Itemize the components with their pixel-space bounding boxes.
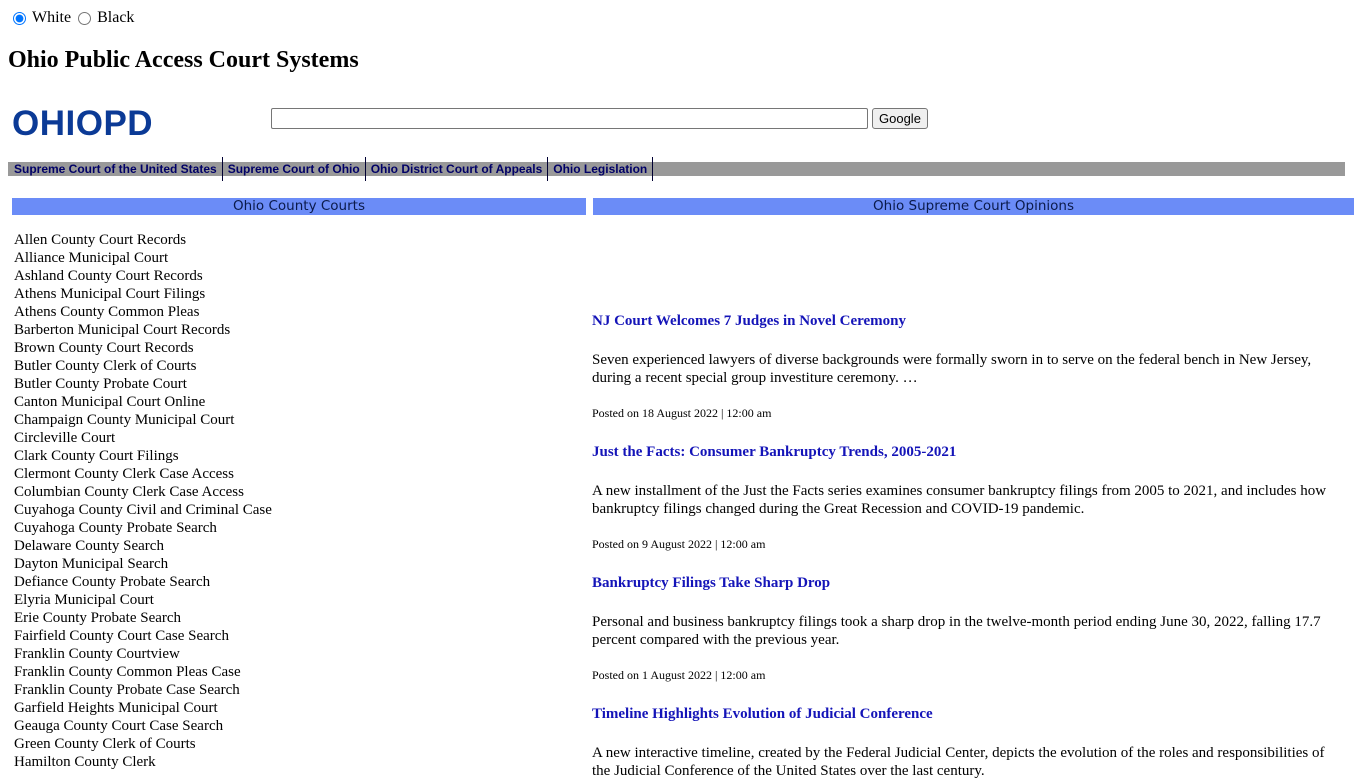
theme-option-white[interactable]: White [10, 9, 71, 27]
court-link[interactable]: Cuyahoga County Probate Search [14, 520, 217, 536]
court-list-item: Brown County Court Records [14, 339, 272, 357]
court-link[interactable]: Barberton Municipal Court Records [14, 322, 230, 338]
court-link[interactable]: Dayton Municipal Search [14, 556, 168, 572]
county-courts-list: Allen County Court Records Alliance Munic… [14, 231, 272, 771]
court-link[interactable]: Circleville Court [14, 430, 115, 446]
court-list-item: Fairfield County Court Case Search [14, 627, 272, 645]
theme-selector: White Black [10, 9, 138, 27]
theme-black-radio[interactable] [78, 11, 92, 25]
article-summary: A new installment of the Just the Facts … [592, 483, 1327, 517]
court-link[interactable]: Butler County Clerk of Courts [14, 358, 197, 374]
court-list-item: Alliance Municipal Court [14, 249, 272, 267]
court-list-item: Circleville Court [14, 429, 272, 447]
article-title-link[interactable]: Timeline Highlights Evolution of Judicia… [592, 705, 1332, 723]
site-logo[interactable]: OHIOPD [12, 104, 153, 144]
article-summary: A new interactive timeline, created by t… [592, 745, 1325, 779]
court-link[interactable]: Columbian County Clerk Case Access [14, 484, 244, 500]
court-list-item: Champaign County Municipal Court [14, 411, 272, 429]
court-list-item: Franklin County Common Pleas Case [14, 663, 272, 681]
page-title: Ohio Public Access Court Systems [8, 47, 359, 73]
article-item: Just the Facts: Consumer Bankruptcy Tren… [592, 443, 1332, 551]
court-link[interactable]: Delaware County Search [14, 538, 164, 554]
court-list-item: Allen County Court Records [14, 231, 272, 249]
article-item: Bankruptcy Filings Take Sharp Drop Person… [592, 574, 1332, 682]
court-link[interactable]: Geauga County Court Case Search [14, 718, 223, 734]
court-list-item: Dayton Municipal Search [14, 555, 272, 573]
court-list-item: Clark County Court Filings [14, 447, 272, 465]
article-item: Timeline Highlights Evolution of Judicia… [592, 705, 1332, 780]
court-link[interactable]: Alliance Municipal Court [14, 250, 168, 266]
supreme-court-opinions-header: Ohio Supreme Court Opinions [593, 198, 1354, 215]
court-list-item: Geauga County Court Case Search [14, 717, 272, 735]
nav-supreme-court-ohio[interactable]: Supreme Court of Ohio [222, 157, 366, 181]
court-link[interactable]: Erie County Probate Search [14, 610, 181, 626]
court-link[interactable]: Brown County Court Records [14, 340, 194, 356]
article-summary: Seven experienced lawyers of diverse bac… [592, 352, 1312, 386]
court-list-item: Columbian County Clerk Case Access [14, 483, 272, 501]
court-link[interactable]: Clermont County Clerk Case Access [14, 466, 234, 482]
court-list-item: Elyria Municipal Court [14, 591, 272, 609]
article-summary: Personal and business bankruptcy filings… [592, 614, 1321, 648]
nav-supreme-court-us[interactable]: Supreme Court of the United States [8, 157, 223, 181]
court-list-item: Franklin County Courtview [14, 645, 272, 663]
theme-option-black[interactable]: Black [75, 9, 134, 27]
court-link[interactable]: Allen County Court Records [14, 232, 186, 248]
court-link[interactable]: Fairfield County Court Case Search [14, 628, 229, 644]
court-link[interactable]: Butler County Probate Court [14, 376, 187, 392]
court-link[interactable]: Franklin County Common Pleas Case [14, 664, 241, 680]
court-list-item: Franklin County Probate Case Search [14, 681, 272, 699]
google-search-button[interactable]: Google [872, 108, 928, 129]
court-link[interactable]: Athens County Common Pleas [14, 304, 199, 320]
court-list-item: Barberton Municipal Court Records [14, 321, 272, 339]
theme-white-label: White [32, 9, 72, 26]
court-link[interactable]: Defiance County Probate Search [14, 574, 210, 590]
court-list-item: Erie County Probate Search [14, 609, 272, 627]
article-posted-date: Posted on 9 August 2022 | 12:00 am [592, 537, 766, 551]
court-list-item: Cuyahoga County Probate Search [14, 519, 272, 537]
court-link[interactable]: Garfield Heights Municipal Court [14, 700, 218, 716]
search-form: Google [271, 108, 928, 129]
court-list-item: Ashland County Court Records [14, 267, 272, 285]
court-link[interactable]: Franklin County Courtview [14, 646, 180, 662]
opinions-articles: NJ Court Welcomes 7 Judges in Novel Cere… [592, 312, 1332, 780]
court-list-item: Canton Municipal Court Online [14, 393, 272, 411]
court-list-item: Delaware County Search [14, 537, 272, 555]
nav-ohio-district-court-appeals[interactable]: Ohio District Court of Appeals [365, 157, 548, 181]
court-list-item: Clermont County Clerk Case Access [14, 465, 272, 483]
court-list-item: Butler County Clerk of Courts [14, 357, 272, 375]
top-navigation: Supreme Court of the United States Supre… [8, 157, 1345, 181]
court-list-item: Garfield Heights Municipal Court [14, 699, 272, 717]
county-courts-header: Ohio County Courts [12, 198, 586, 215]
court-list-item: Cuyahoga County Civil and Criminal Case [14, 501, 272, 519]
nav-ohio-legislation[interactable]: Ohio Legislation [547, 157, 654, 181]
theme-black-label: Black [97, 9, 135, 26]
court-list-item: Hamilton County Clerk [14, 753, 272, 771]
court-list-item: Athens County Common Pleas [14, 303, 272, 321]
search-input[interactable] [271, 108, 868, 129]
court-link[interactable]: Green County Clerk of Courts [14, 736, 196, 752]
court-link[interactable]: Athens Municipal Court Filings [14, 286, 205, 302]
article-posted-date: Posted on 1 August 2022 | 12:00 am [592, 668, 766, 682]
court-link[interactable]: Cuyahoga County Civil and Criminal Case [14, 502, 272, 518]
article-item: NJ Court Welcomes 7 Judges in Novel Cere… [592, 312, 1332, 420]
court-link[interactable]: Canton Municipal Court Online [14, 394, 205, 410]
court-link[interactable]: Clark County Court Filings [14, 448, 179, 464]
article-title-link[interactable]: NJ Court Welcomes 7 Judges in Novel Cere… [592, 312, 1332, 330]
court-list-item: Butler County Probate Court [14, 375, 272, 393]
article-title-link[interactable]: Just the Facts: Consumer Bankruptcy Tren… [592, 443, 1332, 461]
article-posted-date: Posted on 18 August 2022 | 12:00 am [592, 406, 772, 420]
article-title-link[interactable]: Bankruptcy Filings Take Sharp Drop [592, 574, 1332, 592]
court-link[interactable]: Elyria Municipal Court [14, 592, 154, 608]
court-link[interactable]: Champaign County Municipal Court [14, 412, 234, 428]
court-list-item: Athens Municipal Court Filings [14, 285, 272, 303]
court-list-item: Green County Clerk of Courts [14, 735, 272, 753]
court-link[interactable]: Franklin County Probate Case Search [14, 682, 240, 698]
court-list-item: Defiance County Probate Search [14, 573, 272, 591]
court-link[interactable]: Ashland County Court Records [14, 268, 203, 284]
theme-white-radio[interactable] [13, 11, 26, 25]
